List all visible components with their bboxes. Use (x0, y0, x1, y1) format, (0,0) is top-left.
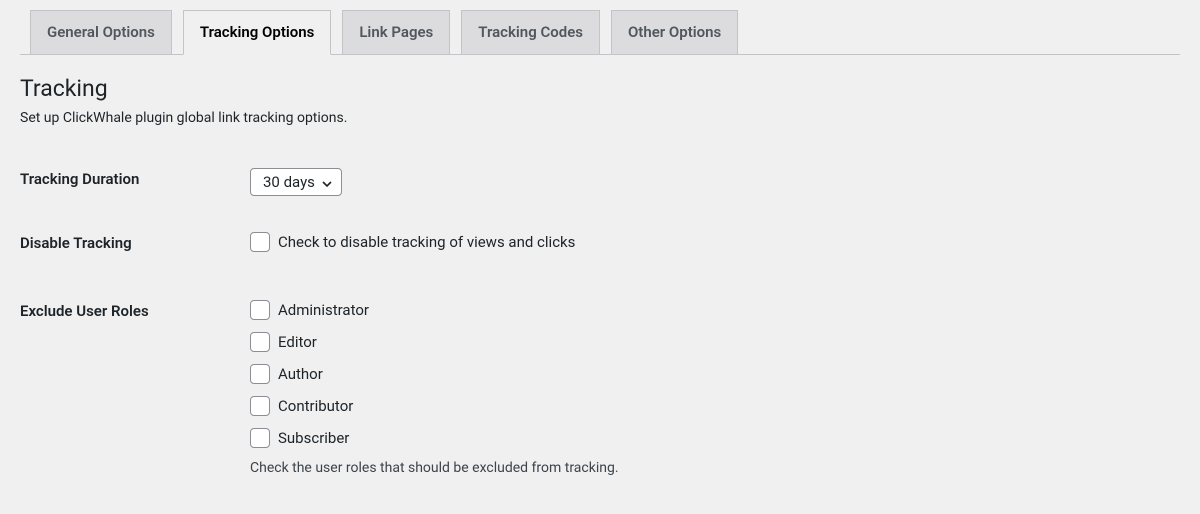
tab-link-pages[interactable]: Link Pages (342, 10, 450, 54)
section-title: Tracking (20, 75, 1180, 102)
tracking-duration-label: Tracking Duration (20, 150, 240, 214)
disable-tracking-label: Disable Tracking (20, 214, 240, 282)
exclude-user-roles-description: Check the user roles that should be excl… (250, 460, 1170, 476)
role-checkbox-subscriber[interactable] (250, 428, 270, 448)
tab-tracking-codes[interactable]: Tracking Codes (461, 10, 600, 54)
tracking-duration-value: 30 days (263, 173, 315, 191)
disable-tracking-checkbox-label[interactable]: Check to disable tracking of views and c… (278, 233, 575, 251)
tab-other-options[interactable]: Other Options (611, 10, 738, 54)
role-label-subscriber[interactable]: Subscriber (278, 429, 349, 447)
role-label-contributor[interactable]: Contributor (278, 397, 353, 415)
settings-form-table: Tracking Duration 30 days Disable Tracki… (20, 150, 1180, 494)
tab-tracking-options[interactable]: Tracking Options (183, 10, 331, 55)
exclude-user-roles-label: Exclude User Roles (20, 282, 240, 494)
tabs-nav: General Options Tracking Options Link Pa… (20, 0, 1180, 55)
role-checkbox-contributor[interactable] (250, 396, 270, 416)
role-label-editor[interactable]: Editor (278, 333, 317, 351)
role-label-author[interactable]: Author (278, 365, 323, 383)
section-description: Set up ClickWhale plugin global link tra… (20, 110, 1180, 126)
role-checkbox-author[interactable] (250, 364, 270, 384)
chevron-down-icon (321, 176, 333, 188)
role-checkbox-administrator[interactable] (250, 300, 270, 320)
disable-tracking-checkbox[interactable] (250, 232, 270, 252)
tab-general-options[interactable]: General Options (30, 10, 172, 54)
role-checkbox-editor[interactable] (250, 332, 270, 352)
role-label-administrator[interactable]: Administrator (278, 301, 369, 319)
tracking-duration-select[interactable]: 30 days (250, 168, 342, 196)
